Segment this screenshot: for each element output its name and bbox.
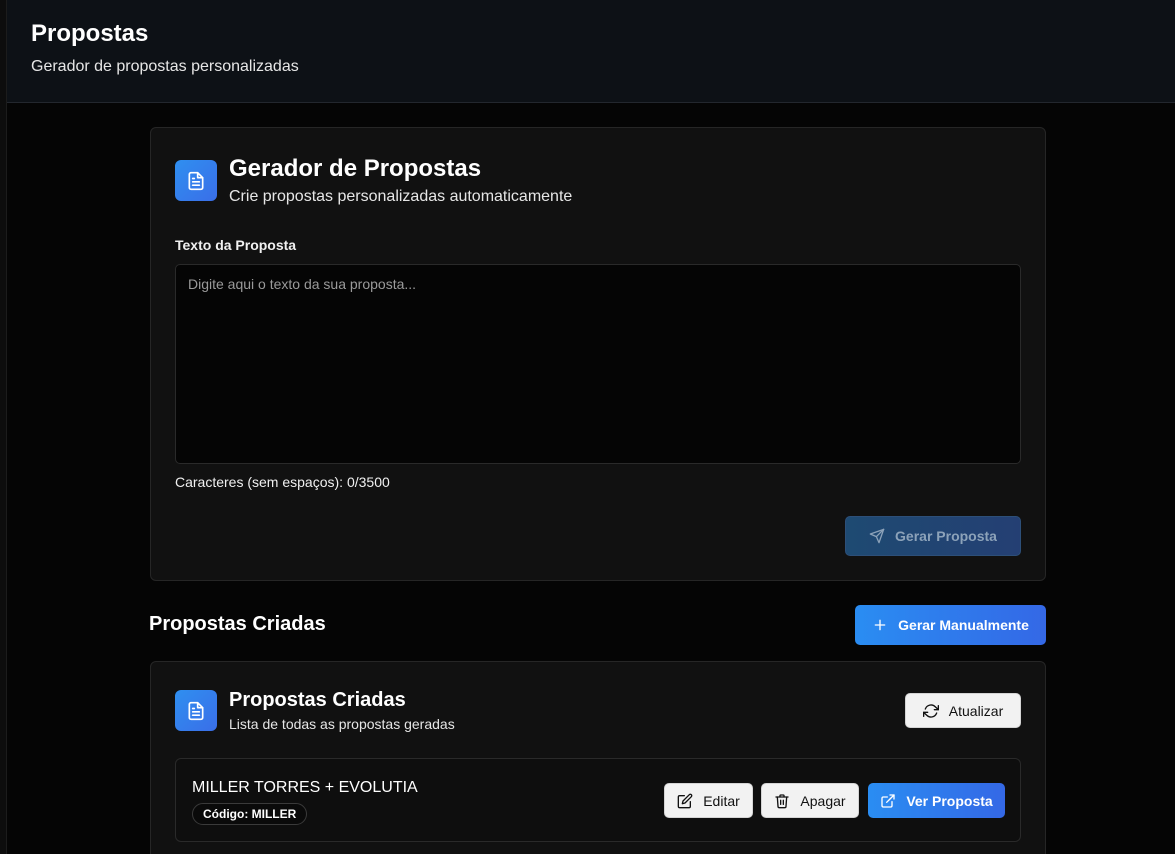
edit-label: Editar xyxy=(703,792,740,809)
proposal-item: MILLER TORRES + EVOLUTIA Código: MILLER … xyxy=(175,758,1021,842)
refresh-button[interactable]: Atualizar xyxy=(905,693,1021,728)
list-subtitle: Lista de todas as propostas geradas xyxy=(229,716,455,732)
proposal-text-label: Texto da Proposta xyxy=(175,237,297,253)
generate-proposal-label: Gerar Proposta xyxy=(895,528,997,544)
page-subtitle: Gerador de propostas personalizadas xyxy=(31,58,299,75)
generate-proposal-button[interactable]: Gerar Proposta xyxy=(845,516,1021,556)
generate-manually-label: Gerar Manualmente xyxy=(898,617,1029,633)
character-count: Caracteres (sem espaços): 0/3500 xyxy=(175,474,390,490)
refresh-icon xyxy=(922,703,939,718)
view-proposal-button[interactable]: Ver Proposta xyxy=(868,783,1005,818)
external-link-icon xyxy=(881,793,895,808)
left-edge xyxy=(0,0,7,854)
plus-icon xyxy=(874,619,886,631)
generate-manually-button[interactable]: Gerar Manualmente xyxy=(855,605,1046,645)
send-icon xyxy=(869,528,885,544)
edit-icon xyxy=(677,793,693,808)
created-proposals-card: Propostas Criadas Lista de todas as prop… xyxy=(150,661,1046,854)
edit-button[interactable]: Editar xyxy=(664,783,753,818)
created-section-title: Propostas Criadas xyxy=(149,613,326,635)
generator-subtitle: Crie propostas personalizadas automatica… xyxy=(229,188,573,205)
generator-card: Gerador de Propostas Crie propostas pers… xyxy=(150,127,1046,581)
proposal-code-badge: Código: MILLER xyxy=(192,803,308,825)
refresh-label: Atualizar xyxy=(948,702,1004,719)
document-icon xyxy=(175,160,217,201)
delete-label: Apagar xyxy=(800,792,846,809)
document-icon xyxy=(175,690,217,731)
generator-title: Gerador de Propostas xyxy=(229,155,482,182)
view-proposal-label: Ver Proposta xyxy=(906,792,993,809)
list-title: Propostas Criadas xyxy=(229,689,406,711)
page-title: Propostas xyxy=(31,20,149,47)
trash-icon xyxy=(775,793,790,808)
proposal-name: MILLER TORRES + EVOLUTIA xyxy=(192,779,418,796)
delete-button[interactable]: Apagar xyxy=(761,783,859,818)
proposal-text-input[interactable] xyxy=(175,264,1021,464)
top-header: Propostas Gerador de propostas personali… xyxy=(7,0,1175,103)
